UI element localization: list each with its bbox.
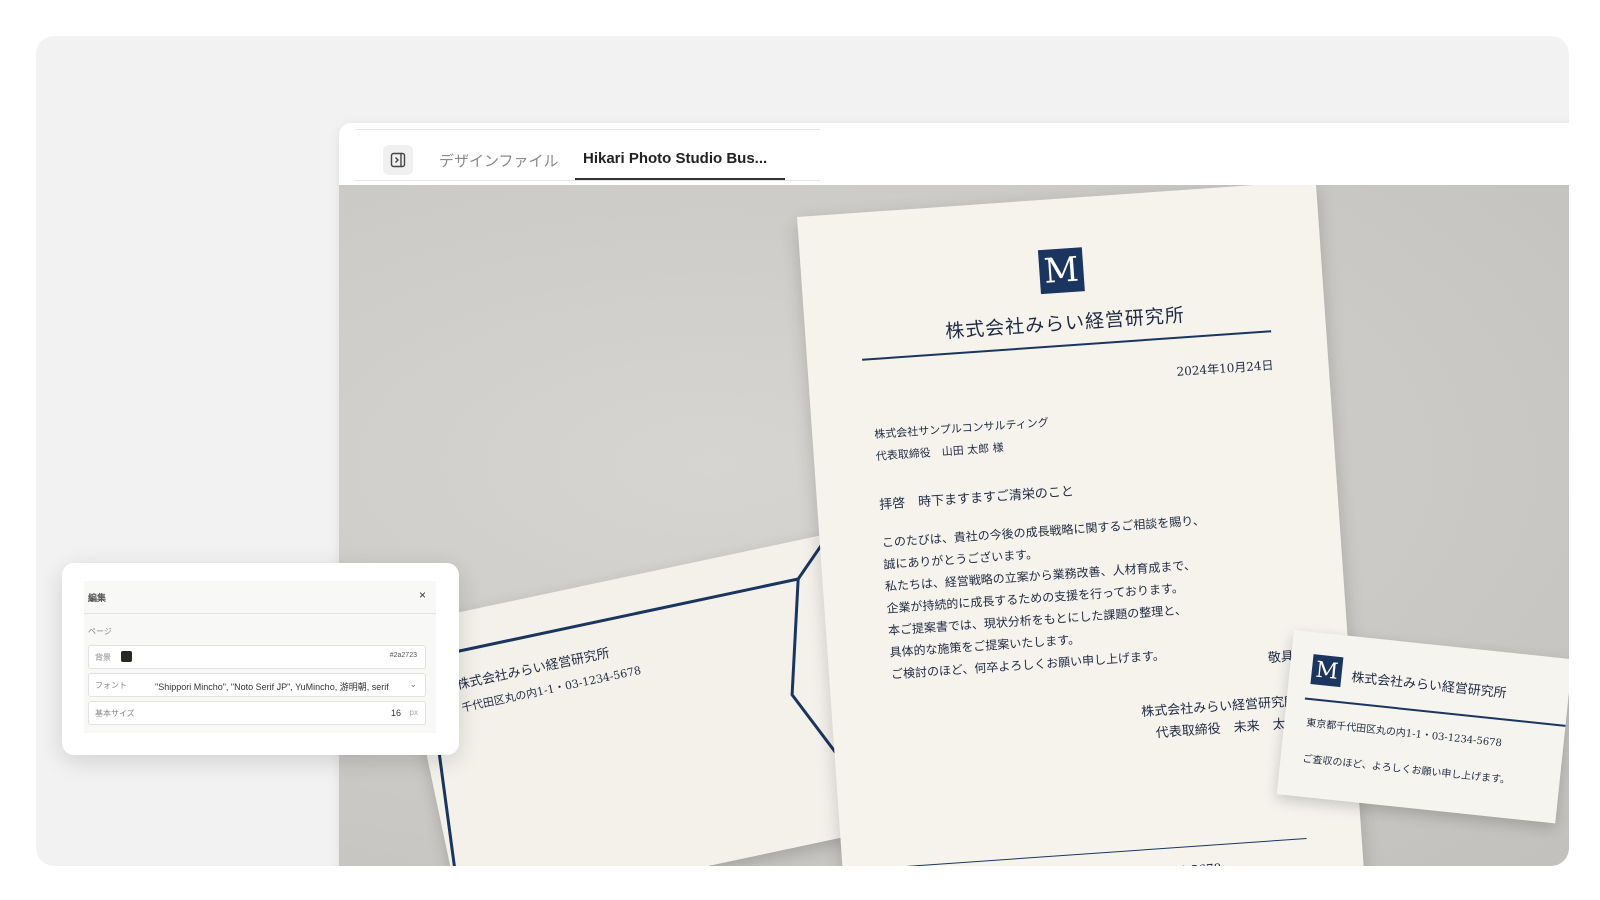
tab-bar: デザインファイル Hikari Photo Studio Bus... [339,123,1569,186]
close-icon[interactable]: × [419,588,426,602]
design-window: デザインファイル Hikari Photo Studio Bus... 株式会社… [339,123,1569,866]
edit-panel-title: 編集 [88,593,107,603]
font-select[interactable]: フォント "Shippori Mincho", "Noto Serif JP",… [88,673,426,697]
color-swatch[interactable] [121,651,132,662]
edit-panel-content: 編集 × ページ 背景 #2a2723 フォント "Shippori Minch… [84,581,436,733]
letter-date: 2024年10月24日 [1176,358,1274,379]
sidebar-toggle-button[interactable] [383,145,413,175]
envelope-mockup[interactable]: 株式会社みらい経営研究所 千代田区丸の内1-1・03-1234-5678 [399,533,892,866]
card-logo: M [1310,654,1344,688]
font-label: フォント [95,681,127,690]
tab-active-file[interactable]: Hikari Photo Studio Bus... [583,150,767,167]
sidebar-toggle-icon [390,152,406,168]
card-company-name: 株式会社みらい経営研究所 [1350,670,1508,702]
page-section-label: ページ [88,627,112,636]
letter-greeting: 拝啓 時下ますますご清栄のこと [878,484,1075,513]
edit-panel: 編集 × ページ 背景 #2a2723 フォント "Shippori Minch… [62,563,459,755]
base-size-unit: px [409,708,418,717]
background-hex: #2a2723 [389,652,417,659]
edit-panel-header: 編集 × [84,581,436,614]
tab-group: デザインファイル Hikari Photo Studio Bus... [355,129,820,181]
background-color-field[interactable]: 背景 #2a2723 [88,645,426,669]
letter-body: このたびは、貴社の今後の成長戦略に関するご相談を賜り、 誠にありがとうございます… [881,509,1214,685]
letter-sender: 株式会社みらい経営研究所 代表取締役 未来 太郎 [1141,691,1300,746]
card-message: ご査収のほど、よろしくお願い申し上げます。 [1301,753,1511,787]
active-tab-indicator [575,178,785,180]
base-size-value[interactable]: 16 [391,708,401,718]
font-value: "Shippori Mincho", "Noto Serif JP", YuMi… [155,682,389,692]
design-canvas[interactable]: 株式会社みらい経営研究所 千代田区丸の内1-1・03-1234-5678 M 株… [339,185,1569,866]
letter-recipient: 株式会社サンプルコンサルティング 代表取締役 山田 太郎 様 [874,412,1051,468]
tab-design-files[interactable]: デザインファイル [439,150,559,171]
letter-logo: M [1037,247,1085,295]
chevron-down-icon: ⌄ [409,679,417,689]
business-card-mockup[interactable]: M 株式会社みらい経営研究所 東京都千代田区丸の内1-1・03-1234-567… [1276,630,1569,824]
background-label: 背景 [95,653,111,662]
base-size-field[interactable]: 基本サイズ 16 px [88,701,426,725]
base-size-label: 基本サイズ [95,709,135,718]
card-address: 東京都千代田区丸の内1-1・03-1234-5678 [1305,717,1503,750]
